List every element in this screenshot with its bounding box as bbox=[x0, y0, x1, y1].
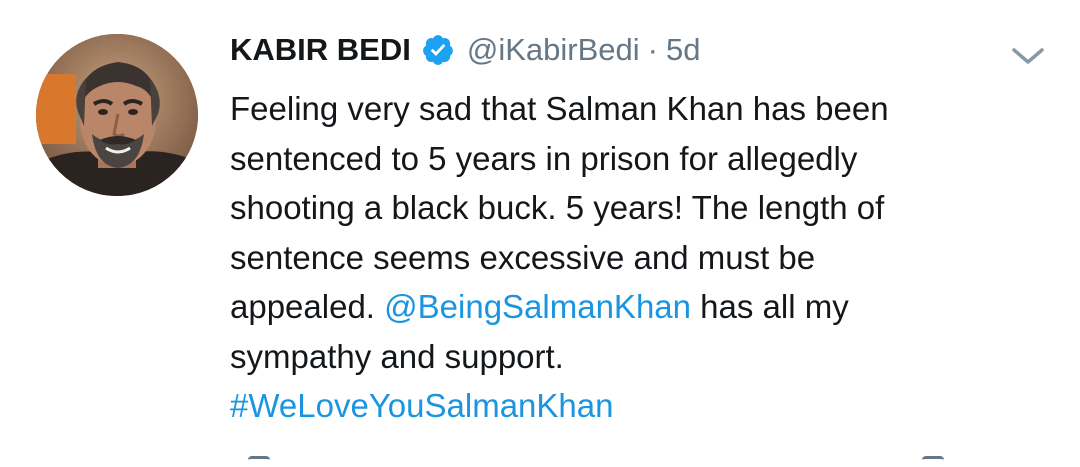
hashtag-link[interactable]: #WeLoveYouSalmanKhan bbox=[230, 387, 613, 424]
tweet-text-line: shooting a black buck. 5 years! The leng… bbox=[230, 183, 1030, 233]
verified-badge-icon bbox=[421, 33, 455, 67]
tweet-text-line: sentence seems excessive and must be bbox=[230, 233, 1030, 283]
tweet-text-line: sympathy and support. bbox=[230, 332, 1030, 382]
reply-icon[interactable] bbox=[248, 456, 270, 467]
tweet-text-segment: sympathy and support. bbox=[230, 337, 564, 375]
tweet-text-line: sentenced to 5 years in prison for alleg… bbox=[230, 134, 1030, 184]
tweet-text-line: Feeling very sad that Salman Khan has be… bbox=[230, 84, 1030, 134]
tweet-text-segment: shooting a black buck. 5 years! The leng… bbox=[230, 189, 885, 226]
tweet-text-line: appealed. @BeingSalmanKhan has all my bbox=[230, 282, 1030, 332]
author-handle[interactable]: @iKabirBedi bbox=[467, 32, 640, 68]
tweet-timestamp[interactable]: 5d bbox=[666, 32, 700, 68]
mention-link[interactable]: @BeingSalmanKhan bbox=[384, 288, 691, 325]
tweet[interactable]: KABIR BEDI @iKabirBedi · 5d Feeling very… bbox=[0, 0, 1080, 463]
tweet-text-line: #WeLoveYouSalmanKhan bbox=[230, 381, 1030, 431]
share-icon[interactable] bbox=[922, 456, 944, 467]
avatar[interactable] bbox=[36, 34, 198, 196]
tweet-text-segment: Feeling very sad that Salman Khan has be… bbox=[230, 90, 889, 127]
chevron-down-icon[interactable] bbox=[1010, 44, 1046, 68]
tweet-text-segment: sentenced to 5 years in prison for alleg… bbox=[230, 139, 858, 177]
profile-photo-icon bbox=[36, 34, 198, 196]
tweet-text-segment: has all my bbox=[691, 288, 849, 325]
tweet-text-segment: appealed. bbox=[230, 288, 385, 325]
author-display-name[interactable]: KABIR BEDI bbox=[230, 32, 411, 68]
tweet-header: KABIR BEDI @iKabirBedi · 5d bbox=[230, 28, 700, 72]
tweet-text: Feeling very sad that Salman Khan has be… bbox=[230, 84, 1030, 431]
tweet-text-segment: sentence seems excessive and must be bbox=[230, 238, 816, 276]
separator-dot: · bbox=[647, 32, 658, 67]
